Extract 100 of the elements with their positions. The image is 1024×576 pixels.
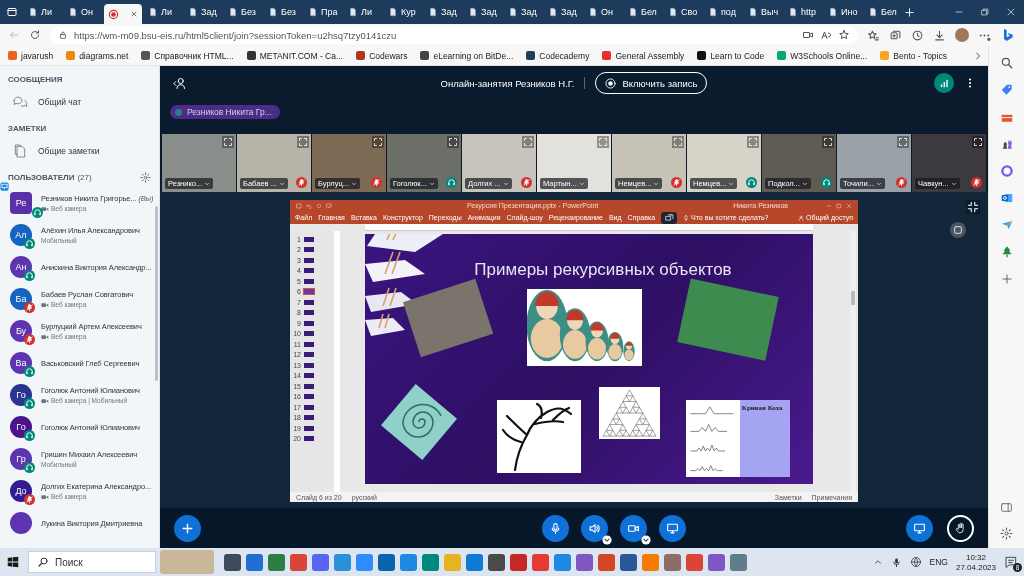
- browser-tab[interactable]: Зад: [184, 2, 222, 22]
- app-icon[interactable]: [510, 553, 527, 571]
- fullscreen-icon[interactable]: [972, 136, 984, 148]
- bookmark-link[interactable]: Codewars: [356, 50, 408, 61]
- caret-icon[interactable]: [602, 534, 612, 545]
- app-icon[interactable]: [708, 553, 725, 571]
- bookmark-link[interactable]: eLearning on BitDe...: [420, 50, 514, 61]
- profile-avatar[interactable]: [955, 28, 969, 42]
- fullscreen-icon[interactable]: [372, 136, 384, 148]
- browser-tab[interactable]: Пра: [304, 2, 342, 22]
- mail-app-icon[interactable]: [999, 191, 1014, 205]
- user-list-toggle-icon[interactable]: [172, 75, 187, 91]
- taskbar-search-field[interactable]: Поиск: [28, 551, 156, 573]
- app-icon[interactable]: [290, 553, 307, 571]
- app-icon[interactable]: [730, 553, 747, 571]
- minimize-presentation-icon[interactable]: [966, 200, 980, 214]
- browser-tab[interactable]: Ли: [344, 2, 382, 22]
- app-icon[interactable]: [532, 553, 549, 571]
- settings-icon[interactable]: [1000, 527, 1013, 540]
- camera-icon[interactable]: [802, 29, 814, 41]
- fullscreen-icon[interactable]: [222, 136, 234, 148]
- refresh-icon[interactable]: [29, 29, 41, 41]
- app-icon[interactable]: [620, 553, 637, 571]
- browser-tab[interactable]: Бел: [864, 2, 902, 22]
- app-icon[interactable]: [598, 553, 615, 571]
- bookmark-link[interactable]: Codecademy: [526, 50, 590, 61]
- tag-icon[interactable]: [999, 83, 1014, 97]
- browser-tab[interactable]: Зад: [544, 2, 582, 22]
- add-favorite-icon[interactable]: [838, 29, 850, 41]
- globe-icon[interactable]: [909, 556, 922, 568]
- sidebar-panel-icon[interactable]: [1000, 501, 1013, 514]
- browser-tab[interactable]: Ли: [144, 2, 182, 22]
- microphone-button[interactable]: [542, 514, 569, 542]
- favorites-icon[interactable]: [867, 28, 880, 42]
- microphone-icon[interactable]: [890, 556, 902, 568]
- chat-item[interactable]: Общий чат: [0, 89, 159, 115]
- notes-item[interactable]: Общие заметки: [0, 138, 159, 164]
- download-icon[interactable]: [933, 28, 946, 42]
- app-icon[interactable]: [422, 553, 439, 571]
- app-icon[interactable]: [466, 553, 483, 571]
- app-icon[interactable]: [488, 553, 505, 571]
- settings-icon[interactable]: [140, 172, 151, 183]
- app-icon[interactable]: [312, 553, 329, 571]
- raise-hand-button[interactable]: [947, 514, 974, 542]
- browser-tab[interactable]: Ино: [824, 2, 862, 22]
- input-language[interactable]: ENG: [929, 557, 948, 567]
- bookmark-link[interactable]: METANIT.COM - Са...: [246, 50, 344, 61]
- read-aloud-icon[interactable]: [820, 29, 832, 41]
- chevron-right-icon[interactable]: [973, 50, 983, 61]
- connection-status-icon[interactable]: [934, 73, 954, 93]
- app-icon[interactable]: [268, 553, 285, 571]
- collections-icon[interactable]: [889, 28, 902, 42]
- toolbox-icon[interactable]: [999, 110, 1014, 124]
- browser-tab[interactable]: Ли: [24, 2, 62, 22]
- screen-swap-button[interactable]: [661, 211, 678, 224]
- user-avatar[interactable]: [10, 512, 32, 534]
- browser-tab[interactable]: Сво: [664, 2, 702, 22]
- fullscreen-icon[interactable]: [822, 136, 834, 148]
- browser-tab[interactable]: Он: [584, 2, 622, 22]
- window-menu-icon[interactable]: [6, 6, 18, 18]
- restore-icon[interactable]: [980, 7, 990, 17]
- snapshot-icon[interactable]: [950, 222, 966, 238]
- caret-icon[interactable]: [641, 534, 651, 545]
- browser-tab[interactable]: под: [704, 2, 742, 22]
- browser-tab[interactable]: Бел: [624, 2, 662, 22]
- history-icon[interactable]: [911, 28, 924, 42]
- presentation-button[interactable]: [906, 514, 933, 542]
- app-icon[interactable]: [664, 553, 681, 571]
- bookmark-link[interactable]: Learn to Code: [697, 50, 765, 61]
- browser-tab[interactable]: Выч: [744, 2, 782, 22]
- app-icon[interactable]: [686, 553, 703, 571]
- app-icon[interactable]: [378, 553, 395, 571]
- new-tab-icon[interactable]: [904, 6, 915, 18]
- address-bar[interactable]: https://wm-m09.bsu-eis.ru/html5client/join?sessionToken=u2hsq7tzy0141czu: [50, 26, 858, 44]
- bookmark-link[interactable]: General Assembly: [602, 50, 685, 61]
- browser-tab[interactable]: Он: [64, 2, 102, 22]
- search-icon[interactable]: [999, 56, 1014, 70]
- scrollbar[interactable]: [155, 206, 158, 381]
- app-icon[interactable]: [224, 553, 241, 571]
- chevron-up-icon[interactable]: [872, 557, 883, 567]
- actions-button[interactable]: [174, 514, 201, 542]
- browser-tab[interactable]: http: [784, 2, 822, 22]
- bookmark-link[interactable]: javarush: [8, 50, 54, 61]
- clock[interactable]: 10:32 27.04.2023: [955, 552, 996, 572]
- browser-tab[interactable]: Зад: [464, 2, 502, 22]
- bookmark-link[interactable]: diagrams.net: [66, 50, 129, 61]
- bookmark-link[interactable]: Bento - Topics: [880, 50, 947, 61]
- screen-share-button[interactable]: [659, 514, 686, 542]
- browser-tab[interactable]: Зад: [424, 2, 462, 22]
- bookmark-link[interactable]: Справочник HTML...: [141, 50, 234, 61]
- close-icon[interactable]: [130, 10, 138, 18]
- browser-tab[interactable]: Зад: [504, 2, 542, 22]
- fullscreen-icon[interactable]: [447, 136, 459, 148]
- windows-start-icon[interactable]: [6, 555, 20, 569]
- app-icon[interactable]: [246, 553, 263, 571]
- browser-tab[interactable]: Без: [264, 2, 302, 22]
- browser-tab[interactable]: Кур: [384, 2, 422, 22]
- browser-tab[interactable]: Без: [224, 2, 262, 22]
- scrollbar[interactable]: [850, 231, 856, 492]
- user-avatar[interactable]: Ре: [10, 192, 32, 214]
